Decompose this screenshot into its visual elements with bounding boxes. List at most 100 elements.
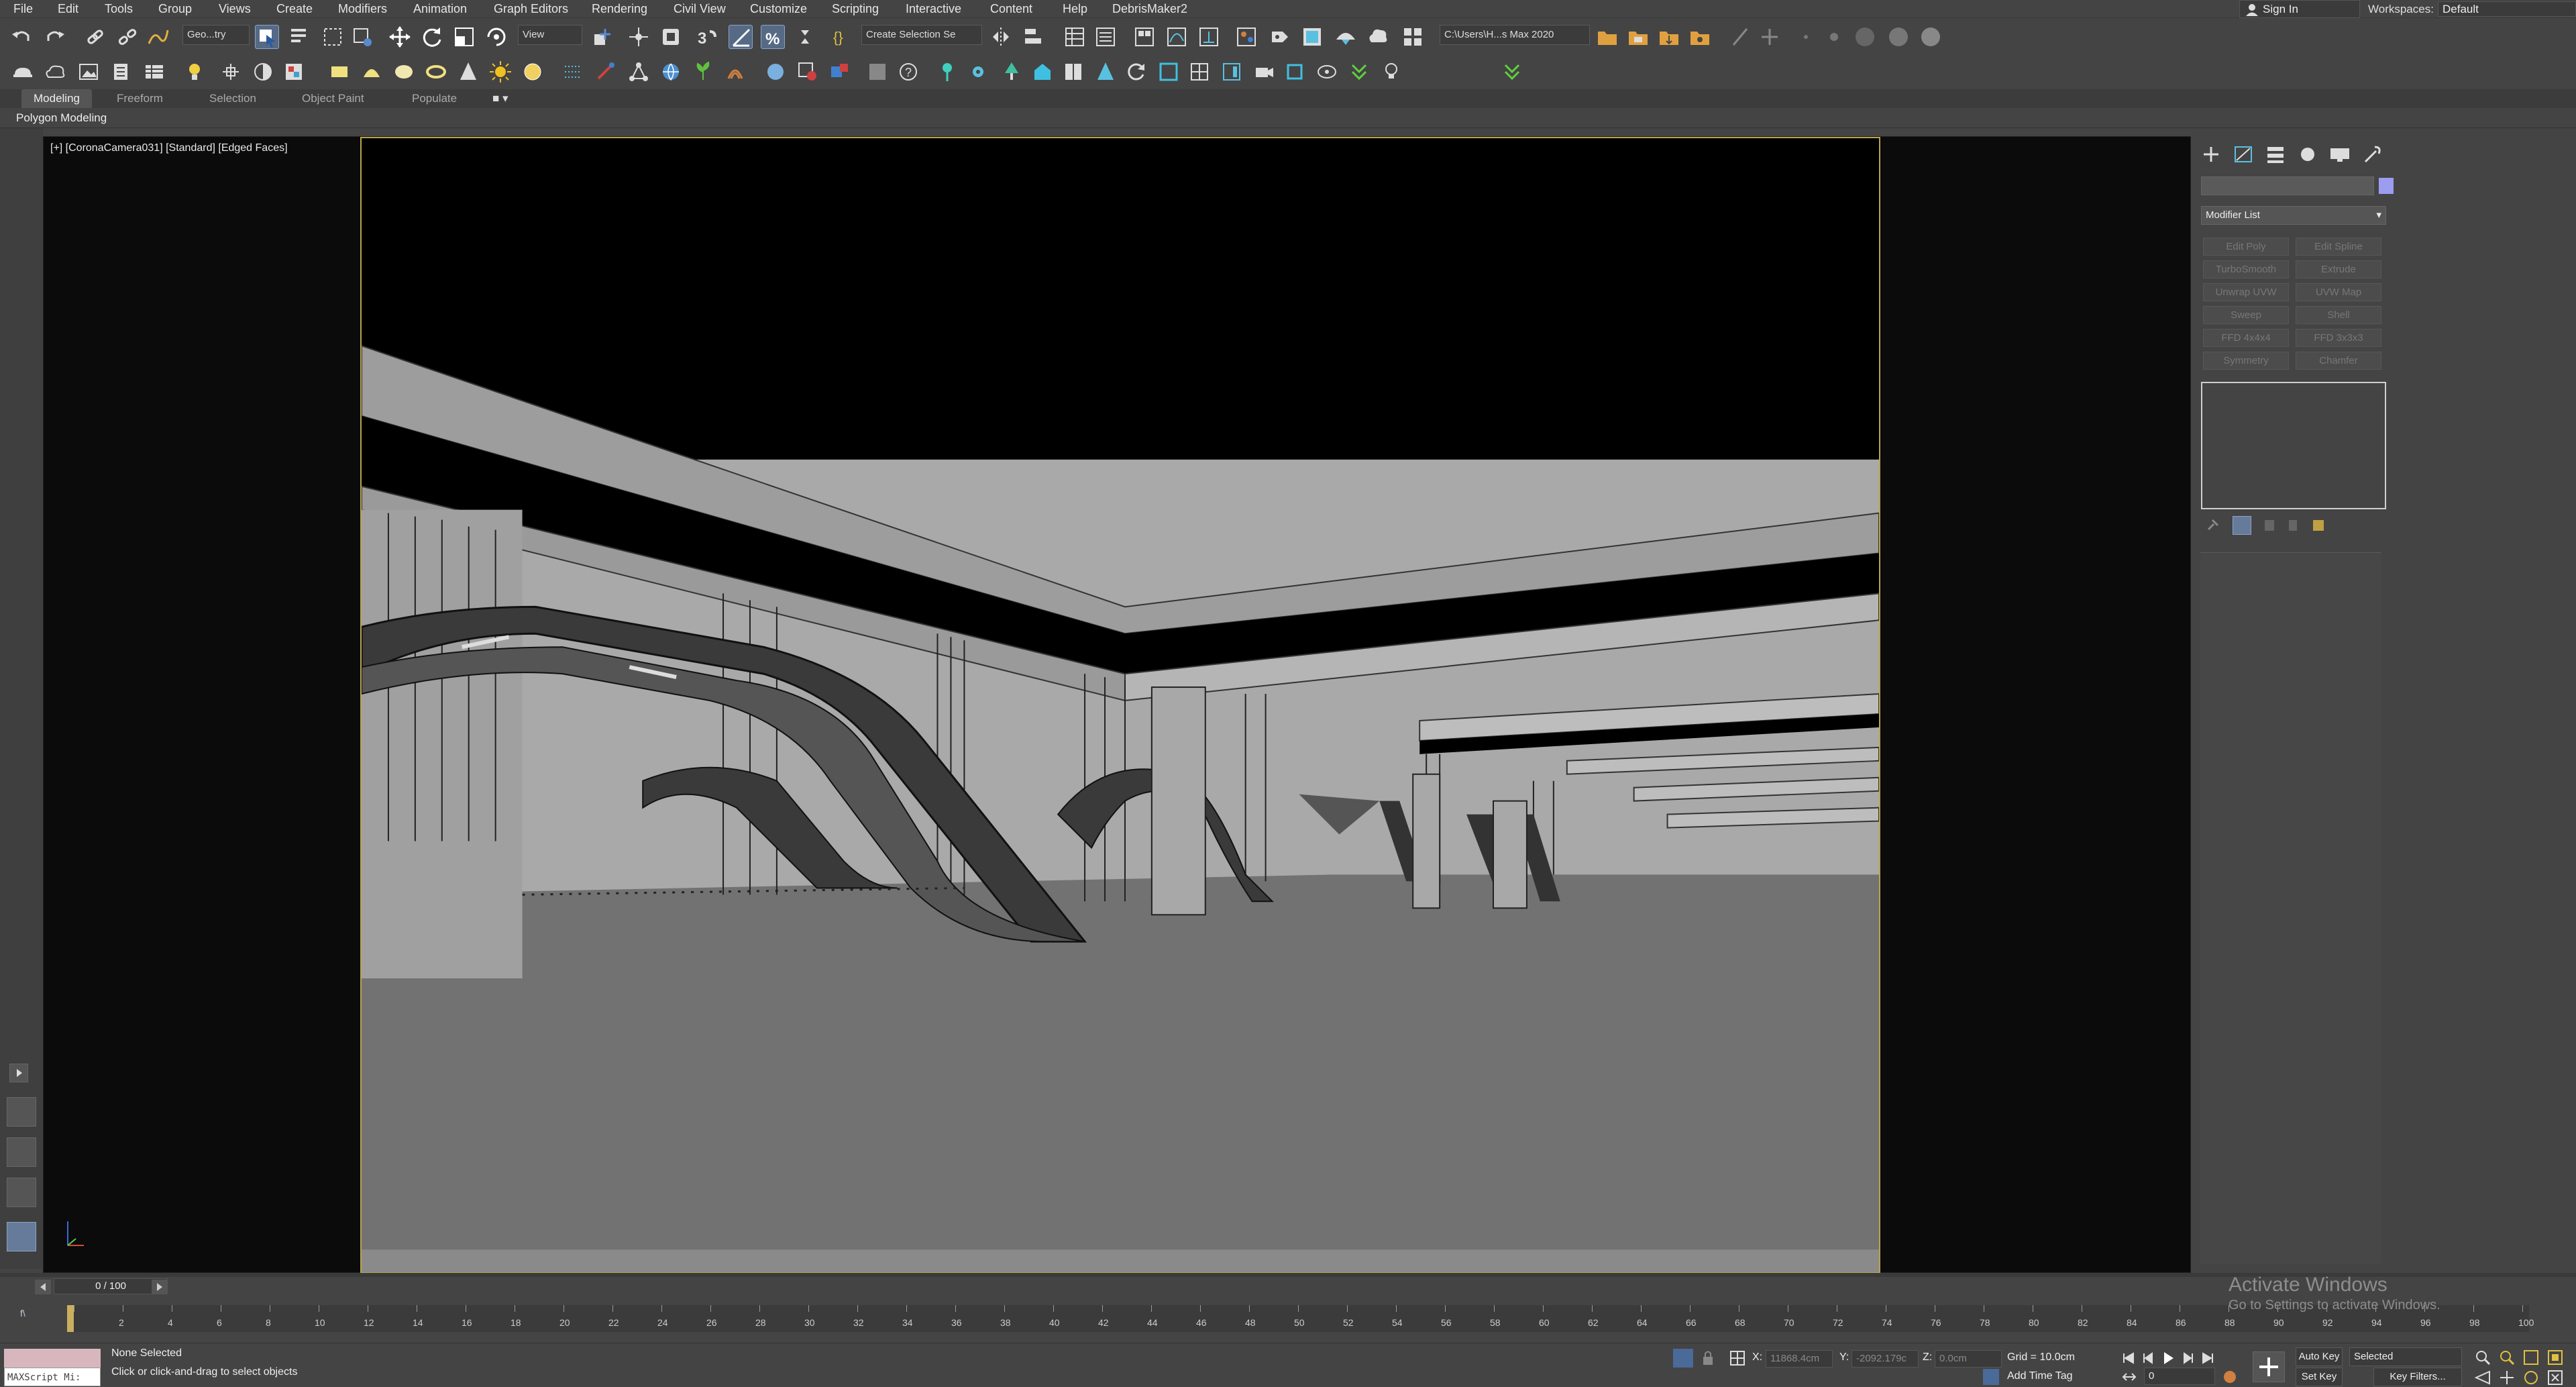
open-project-icon[interactable] [1595, 25, 1619, 49]
isolate-selection-icon[interactable] [1673, 1349, 1693, 1368]
menu-file[interactable]: File [13, 0, 33, 18]
color-picker-icon[interactable] [282, 60, 306, 84]
motion-tab-icon[interactable] [2294, 143, 2321, 166]
symmetry-button[interactable]: Symmetry [2203, 352, 2289, 370]
selection-lock-icon[interactable] [1700, 1349, 1716, 1368]
help-icon[interactable]: ? [896, 60, 920, 84]
modify-tab-icon[interactable] [2230, 143, 2257, 166]
time-tag-icon[interactable] [1983, 1369, 1999, 1385]
time-slider[interactable]: 0 / 100 [54, 1278, 168, 1294]
pin-icon[interactable] [935, 60, 959, 84]
cone-primitive-icon[interactable] [456, 60, 480, 84]
menu-interactive[interactable]: Interactive [906, 0, 961, 18]
workspaces-dropdown[interactable]: Default [2438, 1, 2576, 17]
configure-modifier-sets-icon[interactable] [2309, 516, 2328, 535]
plant-icon[interactable] [691, 60, 715, 84]
absolute-mode-icon[interactable] [1728, 1349, 1747, 1368]
yellow-sphere-icon[interactable] [521, 60, 545, 84]
circular-arrow-icon[interactable] [1315, 60, 1339, 84]
bind-space-warp-icon[interactable] [146, 25, 170, 49]
particle-grid-icon[interactable] [561, 60, 585, 84]
play-icon[interactable] [2160, 1350, 2176, 1366]
cylinder-primitive-icon[interactable] [360, 60, 384, 84]
object-name-input[interactable] [2201, 176, 2374, 195]
gear-icon[interactable] [966, 60, 990, 84]
house-icon[interactable] [1030, 60, 1055, 84]
book-icon[interactable] [1061, 60, 1085, 84]
grid-target-icon[interactable] [1187, 60, 1212, 84]
time-config-icon[interactable] [2222, 1369, 2238, 1385]
sun-light-icon[interactable] [488, 60, 513, 84]
maximize-viewport-icon[interactable] [2546, 1369, 2564, 1386]
current-frame-field[interactable]: 0 [2144, 1368, 2215, 1385]
snaps-toggle-icon[interactable]: 3 [695, 25, 719, 49]
double-chevron-down-icon[interactable] [1500, 60, 1524, 84]
y-coord-field[interactable]: -2092.179c [1851, 1350, 1919, 1368]
set-key-button[interactable]: Set Key [2296, 1368, 2343, 1386]
ribbon-options-icon[interactable]: ■ ▾ [492, 89, 508, 108]
key-mode-dropdown[interactable]: Selected [2349, 1347, 2462, 1366]
globe-blue-icon[interactable] [763, 60, 788, 84]
keyboard-shortcut-override-icon[interactable] [659, 25, 683, 49]
align-icon[interactable] [1021, 25, 1045, 49]
brush-tool-icon[interactable] [1728, 25, 1752, 49]
project-folder-dropdown[interactable]: C:\Users\H...s Max 2020 [1440, 25, 1590, 45]
select-object-icon[interactable] [255, 25, 279, 49]
add-time-tag-button[interactable]: Add Time Tag [2007, 1370, 2073, 1382]
menu-debrismaker2[interactable]: DebrisMaker2 [1112, 0, 1187, 18]
utilities-tab-icon[interactable] [2359, 143, 2385, 166]
render-frame-icon[interactable] [796, 60, 820, 84]
zoom-extents-icon[interactable] [2522, 1349, 2540, 1366]
select-by-name-icon[interactable] [287, 25, 311, 49]
archive-project-icon[interactable] [1657, 25, 1681, 49]
show-end-result-icon[interactable] [2233, 516, 2251, 535]
menu-customize[interactable]: Customize [750, 0, 807, 18]
cloud-icon[interactable] [43, 60, 67, 84]
menu-views[interactable]: Views [219, 0, 251, 18]
double-chevron-down-icon[interactable] [1347, 60, 1371, 84]
timeline-prev-icon[interactable] [35, 1280, 51, 1294]
render-production-icon[interactable] [1334, 25, 1358, 49]
layout-single-icon[interactable] [7, 1222, 36, 1251]
hierarchy-tab-icon[interactable] [2262, 143, 2289, 166]
material-slate-icon[interactable] [865, 60, 890, 84]
x-coord-field[interactable]: 11868.4cm [1766, 1350, 1833, 1368]
tab-selection[interactable]: Selection [209, 89, 256, 108]
previous-frame-icon[interactable] [2140, 1350, 2156, 1366]
lightbulb-outline-icon[interactable] [1379, 60, 1403, 84]
panel-icon[interactable] [1220, 60, 1244, 84]
torus-primitive-icon[interactable] [424, 60, 448, 84]
pivot-center-icon[interactable] [590, 25, 614, 49]
turbosmooth-button[interactable]: TurboSmooth [2203, 260, 2289, 278]
set-key-big-button[interactable] [2253, 1351, 2285, 1382]
modifier-stack[interactable] [2201, 382, 2386, 509]
spinner-snap-icon[interactable] [793, 25, 817, 49]
layout-grid-icon[interactable] [7, 1137, 36, 1167]
extrude-button[interactable]: Extrude [2296, 260, 2381, 278]
render-setup-icon[interactable] [1268, 25, 1292, 49]
material-editor-icon[interactable] [1234, 25, 1258, 49]
zoom-extents-all-icon[interactable] [2546, 1349, 2564, 1366]
percent-snap-icon[interactable]: % [761, 25, 785, 49]
display-tab-icon[interactable] [2326, 143, 2353, 166]
layout-grid-icon[interactable] [7, 1097, 36, 1127]
menu-tools[interactable]: Tools [105, 0, 133, 18]
rendered-frame-window-icon[interactable] [1300, 25, 1324, 49]
angle-snap-icon[interactable] [729, 25, 753, 49]
maxscript-input[interactable]: MAXScript Mi: [4, 1368, 101, 1386]
select-place-icon[interactable] [484, 25, 508, 49]
link-icon[interactable] [83, 25, 107, 49]
key-mode-icon[interactable] [2121, 1369, 2137, 1385]
tab-populate[interactable]: Populate [412, 89, 457, 108]
expand-arrow-icon[interactable] [9, 1064, 28, 1082]
list-icon[interactable] [109, 60, 133, 84]
zoom-all-icon[interactable] [2498, 1349, 2516, 1366]
named-selection-dropdown[interactable]: Create Selection Se [861, 25, 982, 45]
maxscript-listener[interactable]: MAXScript Mi: [4, 1349, 101, 1386]
menu-civil-view[interactable]: Civil View [674, 0, 726, 18]
frame-icon[interactable] [1157, 60, 1181, 84]
polygon-modeling-label[interactable]: Polygon Modeling [16, 108, 107, 128]
window-crossing-icon[interactable] [350, 25, 374, 49]
menu-modifiers[interactable]: Modifiers [338, 0, 387, 18]
menu-group[interactable]: Group [158, 0, 192, 18]
